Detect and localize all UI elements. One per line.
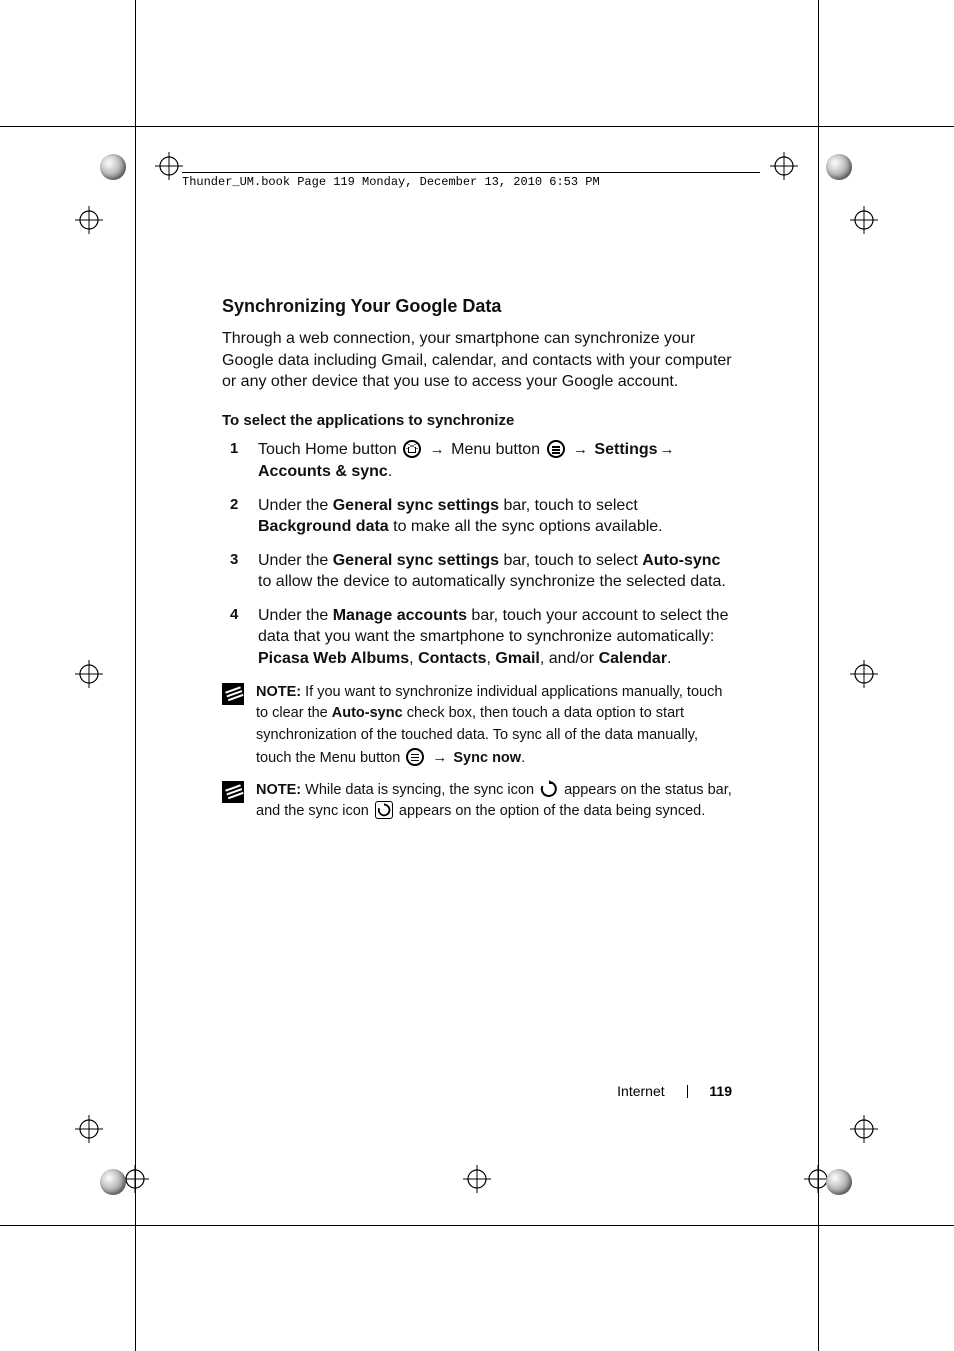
step-text-bold: Auto-sync — [642, 552, 720, 569]
print-mark-icon — [826, 1169, 852, 1195]
registration-mark-icon — [850, 206, 878, 234]
print-mark-icon — [100, 154, 126, 180]
print-mark-icon — [826, 154, 852, 180]
step-text: Under the — [258, 607, 333, 624]
crop-line — [0, 1225, 954, 1226]
arrow-icon: → — [430, 440, 445, 460]
registration-mark-icon — [850, 660, 878, 688]
sync-statusbar-icon — [540, 780, 558, 798]
print-mark-icon — [100, 1169, 126, 1195]
note-icon — [222, 683, 244, 705]
step-text-bold: Picasa Web Albums — [258, 650, 409, 667]
arrow-icon: → — [573, 440, 588, 460]
step-text: bar, touch to select — [499, 497, 638, 514]
registration-mark-icon — [770, 152, 798, 180]
step-text: to allow the device to automatically syn… — [258, 573, 726, 590]
arrow-icon: → — [432, 747, 447, 770]
registration-mark-icon — [75, 660, 103, 688]
step-text: Under the — [258, 497, 333, 514]
step-text: . — [667, 650, 671, 667]
step-text: bar, touch to select — [499, 552, 642, 569]
step-text: Menu button — [451, 441, 544, 458]
note-1: NOTE: If you want to synchronize individ… — [222, 682, 732, 770]
step-2: Under the General sync settings bar, tou… — [222, 495, 732, 538]
crop-line — [0, 126, 954, 127]
registration-mark-icon — [155, 152, 183, 180]
step-text: . — [388, 463, 392, 480]
note-lead: NOTE: — [256, 684, 301, 700]
step-4: Under the Manage accounts bar, touch you… — [222, 605, 732, 670]
step-text-bold: Settings — [594, 441, 657, 458]
step-text: Touch Home button — [258, 441, 401, 458]
step-text-bold: Accounts & sync — [258, 463, 388, 480]
page-footer: Internet 119 — [222, 1083, 732, 1099]
note-text: appears on the option of the data being … — [399, 803, 705, 819]
running-head: Thunder_UM.book Page 119 Monday, Decembe… — [182, 172, 760, 189]
procedure-subhead: To select the applications to synchroniz… — [222, 411, 732, 431]
note-2: NOTE: While data is syncing, the sync ic… — [222, 780, 732, 824]
running-head-text: Thunder_UM.book Page 119 Monday, Decembe… — [182, 175, 600, 189]
step-text-bold: General sync settings — [333, 552, 499, 569]
step-text: to make all the sync options available. — [389, 518, 663, 535]
note-body: NOTE: While data is syncing, the sync ic… — [256, 780, 732, 824]
section-title: Synchronizing Your Google Data — [222, 294, 732, 318]
footer-section: Internet — [617, 1083, 664, 1099]
note-text-bold: Sync now — [453, 750, 521, 766]
step-text: Under the — [258, 552, 333, 569]
registration-mark-icon — [850, 1115, 878, 1143]
page-content: Synchronizing Your Google Data Through a… — [222, 294, 732, 823]
step-text-bold: Gmail — [495, 650, 539, 667]
step-1: Touch Home button → Menu button → Settin… — [222, 439, 732, 482]
intro-paragraph: Through a web connection, your smartphon… — [222, 328, 732, 393]
note-lead: NOTE: — [256, 782, 301, 798]
step-3: Under the General sync settings bar, tou… — [222, 550, 732, 593]
step-text: , and/or — [540, 650, 599, 667]
menu-button-icon — [547, 440, 565, 458]
sync-option-icon — [375, 801, 393, 819]
note-text: . — [521, 750, 525, 766]
crop-line — [135, 0, 136, 1351]
document-page: { "header": { "running_head": "Thunder_U… — [0, 0, 954, 1351]
page-number: 119 — [709, 1083, 732, 1099]
step-text-bold: Manage accounts — [333, 607, 467, 624]
registration-mark-icon — [75, 1115, 103, 1143]
crop-line — [818, 0, 819, 1351]
step-text-bold: General sync settings — [333, 497, 499, 514]
step-text-bold: Calendar — [599, 650, 667, 667]
note-text-bold: Auto-sync — [332, 705, 403, 721]
registration-mark-icon — [463, 1165, 491, 1193]
menu-button-icon — [406, 748, 424, 766]
registration-mark-icon — [75, 206, 103, 234]
procedure-steps: Touch Home button → Menu button → Settin… — [222, 439, 732, 669]
note-text: While data is syncing, the sync icon — [301, 782, 538, 798]
step-text-bold: Contacts — [418, 650, 486, 667]
step-text: , — [409, 650, 418, 667]
home-button-icon — [403, 440, 421, 458]
step-text-bold: Background data — [258, 518, 389, 535]
footer-separator — [687, 1085, 688, 1098]
note-icon — [222, 781, 244, 803]
arrow-icon: → — [660, 440, 675, 460]
note-body: NOTE: If you want to synchronize individ… — [256, 682, 732, 770]
